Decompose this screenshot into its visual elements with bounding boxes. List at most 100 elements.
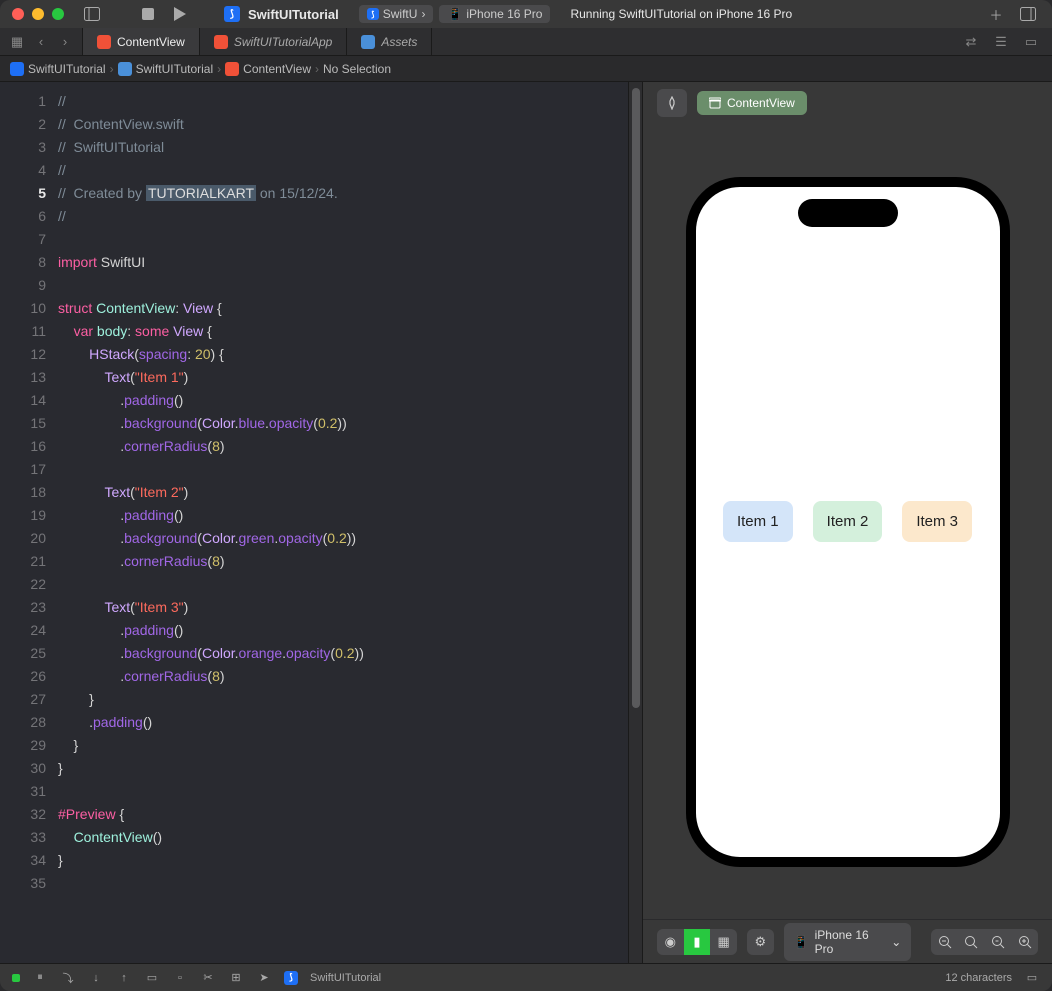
- spray-icon[interactable]: ✂: [200, 970, 216, 986]
- location-icon[interactable]: ➤: [256, 970, 272, 986]
- line-number: 22: [0, 573, 46, 596]
- code-line[interactable]: Text("Item 1"): [58, 366, 628, 389]
- code-line[interactable]: [58, 274, 628, 297]
- tab-label: SwiftUITutorialApp: [234, 35, 332, 49]
- scroll-thumb[interactable]: [632, 88, 640, 708]
- nav-forward-icon[interactable]: ›: [54, 31, 76, 53]
- console-toggle-icon[interactable]: ▭: [1024, 970, 1040, 986]
- preview-canvas[interactable]: Item 1 Item 2 Item 3: [643, 124, 1052, 919]
- tab-assets[interactable]: Assets: [347, 28, 432, 55]
- code-line[interactable]: .background(Color.orange.opacity(0.2)): [58, 642, 628, 665]
- code-line[interactable]: // Created by TUTORIALKART on 15/12/24.: [58, 182, 628, 205]
- code-line[interactable]: //: [58, 205, 628, 228]
- selectable-button[interactable]: ▮: [684, 929, 711, 955]
- maximize-button[interactable]: [52, 8, 64, 20]
- swift-icon: [214, 35, 228, 49]
- code-line[interactable]: }: [58, 734, 628, 757]
- related-items-icon[interactable]: ▦: [6, 31, 28, 53]
- code-line[interactable]: .cornerRadius(8): [58, 435, 628, 458]
- variants-button[interactable]: ▦: [710, 929, 737, 955]
- stop-button[interactable]: [136, 4, 160, 24]
- tab-bar: ▦ ‹ › ContentView SwiftUITutorialApp Asset…: [0, 28, 1052, 56]
- code-line[interactable]: .background(Color.blue.opacity(0.2)): [58, 412, 628, 435]
- code-line[interactable]: var body: some View {: [58, 320, 628, 343]
- code-line[interactable]: ContentView(): [58, 826, 628, 849]
- code-line[interactable]: }: [58, 757, 628, 780]
- refresh-icon[interactable]: ⇄: [960, 31, 982, 53]
- memory-icon[interactable]: ▫: [172, 970, 188, 986]
- project-title: SwiftUITutorial: [248, 7, 339, 22]
- sidebar-toggle-icon[interactable]: [80, 4, 104, 24]
- code-line[interactable]: [58, 228, 628, 251]
- minimize-button[interactable]: [32, 8, 44, 20]
- adjust-editor-icon[interactable]: ☰: [990, 31, 1012, 53]
- breadcrumb-item[interactable]: SwiftUITutorial: [136, 62, 214, 76]
- zoom-fit-button[interactable]: =: [985, 929, 1012, 955]
- zoom-actual-button[interactable]: [958, 929, 985, 955]
- pin-button[interactable]: [657, 89, 687, 117]
- code-line[interactable]: .background(Color.green.opacity(0.2)): [58, 527, 628, 550]
- zoom-in-button[interactable]: [1011, 929, 1038, 955]
- tab-swiftuitutorialapp[interactable]: SwiftUITutorialApp: [200, 28, 347, 55]
- line-number: 17: [0, 458, 46, 481]
- code-line[interactable]: // SwiftUITutorial: [58, 136, 628, 159]
- line-number: 24: [0, 619, 46, 642]
- titlebar: ⟆ SwiftUITutorial ⟆SwiftU › 📱 iPhone 16 …: [0, 0, 1052, 28]
- step-over-icon[interactable]: ⤵: [60, 970, 76, 986]
- step-into-icon[interactable]: ↓: [88, 970, 104, 986]
- code-line[interactable]: .padding(): [58, 504, 628, 527]
- code-line[interactable]: }: [58, 849, 628, 872]
- code-line[interactable]: }: [58, 688, 628, 711]
- environment-icon[interactable]: ⊞: [228, 970, 244, 986]
- code-line[interactable]: [58, 458, 628, 481]
- code-line[interactable]: HStack(spacing: 20) {: [58, 343, 628, 366]
- status-project[interactable]: SwiftUITutorial: [310, 972, 381, 984]
- code-line[interactable]: .padding(): [58, 389, 628, 412]
- code-line[interactable]: .padding(): [58, 619, 628, 642]
- pause-icon[interactable]: ⏸: [32, 970, 48, 986]
- zoom-out-button[interactable]: [931, 929, 958, 955]
- editor-scrollbar[interactable]: [628, 82, 642, 963]
- close-button[interactable]: [12, 8, 24, 20]
- code-line[interactable]: import SwiftUI: [58, 251, 628, 274]
- breadcrumb-item[interactable]: No Selection: [323, 62, 391, 76]
- preview-name-chip[interactable]: ContentView: [697, 91, 807, 115]
- device-settings-button[interactable]: ⚙: [747, 929, 774, 955]
- line-number: 12: [0, 343, 46, 366]
- scheme-selector[interactable]: ⟆SwiftU › 📱 iPhone 16 Pro: [359, 5, 551, 23]
- code-editor[interactable]: 1234567891011121314151617181920212223242…: [0, 82, 642, 963]
- run-button[interactable]: [168, 4, 192, 24]
- breadcrumb-item[interactable]: ContentView: [243, 62, 311, 76]
- add-button[interactable]: ＋: [984, 4, 1008, 24]
- code-line[interactable]: #Preview {: [58, 803, 628, 826]
- line-number: 15: [0, 412, 46, 435]
- nav-back-icon[interactable]: ‹: [30, 31, 52, 53]
- editor-layout-icon[interactable]: ▭: [1020, 31, 1042, 53]
- code-line[interactable]: // ContentView.swift: [58, 113, 628, 136]
- line-number: 23: [0, 596, 46, 619]
- tab-contentview[interactable]: ContentView: [83, 28, 200, 55]
- code-line[interactable]: [58, 573, 628, 596]
- preview-item-3: Item 3: [902, 501, 972, 542]
- preview-device-selector[interactable]: 📱 iPhone 16 Pro ⌄: [784, 923, 912, 961]
- live-button[interactable]: ◉: [657, 929, 684, 955]
- code-line[interactable]: Text("Item 2"): [58, 481, 628, 504]
- code-line[interactable]: //: [58, 90, 628, 113]
- dynamic-island: [798, 199, 898, 227]
- breadcrumb-item[interactable]: SwiftUITutorial: [28, 62, 106, 76]
- code-content[interactable]: //// ContentView.swift// SwiftUITutorial…: [58, 82, 628, 963]
- debug-view-icon[interactable]: ▭: [144, 970, 160, 986]
- code-line[interactable]: Text("Item 3"): [58, 596, 628, 619]
- code-line[interactable]: //: [58, 159, 628, 182]
- code-line[interactable]: [58, 872, 628, 895]
- tab-label: Assets: [381, 35, 417, 49]
- code-line[interactable]: [58, 780, 628, 803]
- code-line[interactable]: .cornerRadius(8): [58, 665, 628, 688]
- code-line[interactable]: struct ContentView: View {: [58, 297, 628, 320]
- line-number: 27: [0, 688, 46, 711]
- window-controls: [12, 8, 64, 20]
- code-line[interactable]: .padding(): [58, 711, 628, 734]
- library-button[interactable]: [1016, 4, 1040, 24]
- code-line[interactable]: .cornerRadius(8): [58, 550, 628, 573]
- step-out-icon[interactable]: ↑: [116, 970, 132, 986]
